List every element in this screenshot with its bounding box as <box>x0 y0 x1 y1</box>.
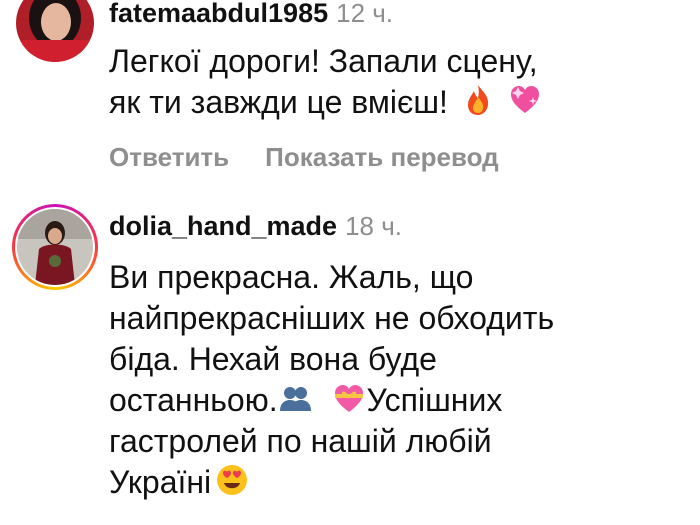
comment-text: Ви прекрасна. Жаль, що найпрекрасніших н… <box>109 257 669 503</box>
comment-line: Ви прекрасна. Жаль, що <box>109 259 474 295</box>
comment-line-with-emoji: останньою. Успішних <box>109 380 669 421</box>
avatar[interactable] <box>16 0 94 62</box>
comment-line-with-emoji: Україні <box>109 462 669 503</box>
comment-line: як ти завжди це вмієш! <box>109 84 448 120</box>
comment-line-with-emoji: як ти завжди це вмієш! <box>109 82 669 123</box>
comment-actions: Ответить Показать перевод <box>109 142 535 173</box>
comment-line: Україні <box>109 464 212 500</box>
username[interactable]: fatemaabdul1985 <box>109 0 328 28</box>
fire-icon <box>467 85 488 115</box>
comment-header: fatemaabdul1985 12 ч. <box>109 0 393 29</box>
timestamp: 18 ч. <box>345 211 402 241</box>
comment-text: Легкої дороги! Запали сцену, як ти завжд… <box>109 41 669 123</box>
username[interactable]: dolia_hand_made <box>109 211 337 241</box>
comment-line: біда. Нехай вона буде <box>109 341 437 377</box>
avatar[interactable] <box>17 209 93 285</box>
avatar-image <box>17 209 93 285</box>
two-people-silhouette-icon <box>279 387 311 411</box>
timestamp: 12 ч. <box>336 0 394 28</box>
sparkling-heart-icon <box>510 86 539 113</box>
comment-line: останньою. <box>109 382 278 418</box>
show-translation-button[interactable]: Показать перевод <box>265 142 499 172</box>
heart-eyes-icon <box>217 465 248 495</box>
avatar-image <box>16 0 94 62</box>
reply-button[interactable]: Ответить <box>109 142 229 172</box>
comment-line: найпрекрасніших не обходить <box>109 300 555 336</box>
comment-header: dolia_hand_made 18 ч. <box>109 211 402 242</box>
comment-line: Легкої дороги! Запали сцену, <box>109 43 538 79</box>
heart-with-ribbon-icon <box>335 385 364 412</box>
comment-line: гастролей по нашій любій <box>109 423 492 459</box>
comment-line: Успішних <box>366 382 503 418</box>
